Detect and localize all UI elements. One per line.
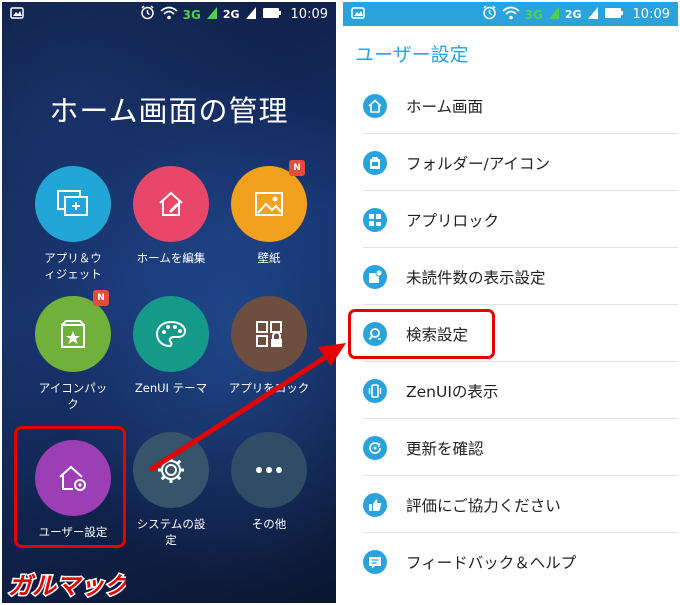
signal-icon <box>206 6 218 24</box>
feedback-icon <box>363 549 387 574</box>
clock: 10:09 <box>632 7 670 22</box>
tile-system-settings[interactable]: システムの設 定 <box>121 432 221 548</box>
tile-label: アイコンパッ ク <box>38 381 108 411</box>
tile-app-lock[interactable]: アプリをロック <box>219 296 319 396</box>
menu-item-home-screen[interactable]: ホーム画面 <box>343 77 678 134</box>
tile-label: ZenUI テーマ <box>134 381 208 395</box>
menu-item-app-lock[interactable]: アプリロック <box>343 191 678 248</box>
signal-3g: 3G <box>182 7 201 22</box>
battery-icon <box>262 7 282 23</box>
battery-icon <box>604 7 624 23</box>
tile-label: その他 <box>251 517 287 531</box>
tile-label: アプリ＆ウ ィジェット <box>44 251 102 281</box>
gear-icon <box>158 457 184 483</box>
menu-item-folder-icon[interactable]: フォルダー/アイコン <box>343 134 678 191</box>
icon-pack-circle[interactable]: N <box>35 290 111 372</box>
unread-badge-icon <box>363 264 387 289</box>
signal-icon <box>245 6 257 24</box>
palette-icon <box>155 320 187 348</box>
tile-wallpaper[interactable]: N 壁紙 <box>219 160 319 266</box>
app-header: ユーザー設定 <box>343 26 678 78</box>
tile-label: 壁紙 <box>257 251 281 265</box>
signal-3g: 3G <box>524 7 543 22</box>
tile-label: システムの設 定 <box>136 517 206 547</box>
tile-icon-pack[interactable]: N アイコンパッ ク <box>23 290 123 412</box>
app-lock-circle[interactable] <box>231 296 307 372</box>
highlight-box <box>14 426 126 548</box>
svg-text:ガルマックス: ガルマックス <box>8 572 126 600</box>
edit-home-icon <box>159 191 183 216</box>
zenui-display-icon <box>363 378 387 403</box>
apps-widgets-icon <box>57 190 88 216</box>
tile-apps-widgets[interactable]: アプリ＆ウ ィジェット <box>23 166 123 282</box>
wifi-icon <box>160 6 178 24</box>
clock: 10:09 <box>290 7 328 22</box>
system-settings-circle[interactable] <box>133 432 209 508</box>
menu-item-unread-count[interactable]: 未読件数の表示設定 <box>343 248 678 305</box>
thumbs-up-icon <box>363 492 387 517</box>
more-icon <box>256 467 282 473</box>
more-circle[interactable] <box>231 432 307 508</box>
menu-item-check-update[interactable]: 更新を確認 <box>343 419 678 476</box>
apps-widgets-circle[interactable] <box>35 166 111 242</box>
tile-label: ホームを編集 <box>136 251 206 265</box>
new-badge: N <box>93 290 109 306</box>
tile-edit-home[interactable]: ホームを編集 <box>121 166 221 266</box>
menu-item-label: 未読件数の表示設定 <box>406 268 546 287</box>
signal-icon <box>548 6 560 24</box>
home-icon <box>363 93 387 118</box>
menu-item-label: アプリロック <box>406 211 500 230</box>
page-title: ホーム画面の管理 <box>49 94 289 128</box>
alarm-icon <box>482 5 497 24</box>
menu-item-label: 評価にご協力ください <box>406 496 561 515</box>
notification-icon <box>351 7 365 23</box>
icon-pack-icon <box>61 320 85 348</box>
menu-item-label: 更新を確認 <box>406 439 484 458</box>
home-management-screen: 3G 2G 10:09 ホーム画面の管理 アプリ＆ウ ィジェット ホームを編集 … <box>2 2 336 603</box>
zenui-theme-circle[interactable] <box>133 296 209 372</box>
status-bar: 3G 2G 10:09 <box>2 2 336 26</box>
app-lock-icon <box>256 321 282 347</box>
edit-home-circle[interactable] <box>133 166 209 242</box>
wallpaper-circle[interactable]: N <box>231 160 307 242</box>
menu-item-rate[interactable]: 評価にご協力ください <box>343 476 678 533</box>
menu-item-zenui-display[interactable]: ZenUIの表示 <box>343 362 678 419</box>
notification-icon <box>10 7 24 23</box>
new-badge: N <box>289 160 305 176</box>
alarm-icon <box>140 5 155 24</box>
highlight-box <box>348 309 495 359</box>
menu-item-label: ZenUIの表示 <box>406 382 499 401</box>
wifi-icon <box>502 6 520 24</box>
menu-item-label: ホーム画面 <box>406 97 484 116</box>
app-lock-icon <box>363 207 387 232</box>
signal-icon <box>587 6 599 24</box>
menu-item-feedback-help[interactable]: フィードバック＆ヘルプ <box>343 533 678 590</box>
wallpaper-icon <box>255 192 283 216</box>
user-settings-screen: 3G 2G 10:09 ユーザー設定 ホーム画面 フォルダー/アイコン アプリロ… <box>343 2 678 603</box>
tile-zenui-theme[interactable]: ZenUI テーマ <box>121 296 221 396</box>
signal-2g: 2G <box>222 8 240 21</box>
tile-more[interactable]: その他 <box>219 432 319 532</box>
signal-2g: 2G <box>564 8 582 21</box>
watermark-logo: ガルマックス <box>6 568 153 603</box>
update-check-icon <box>363 435 387 460</box>
menu-item-label: フォルダー/アイコン <box>406 154 550 173</box>
tile-label: アプリをロック <box>228 381 310 395</box>
menu-item-label: フィードバック＆ヘルプ <box>406 553 577 572</box>
folder-icon <box>363 150 387 175</box>
status-bar: 3G 2G 10:09 <box>343 2 678 26</box>
page-title: ユーザー設定 <box>355 44 469 66</box>
